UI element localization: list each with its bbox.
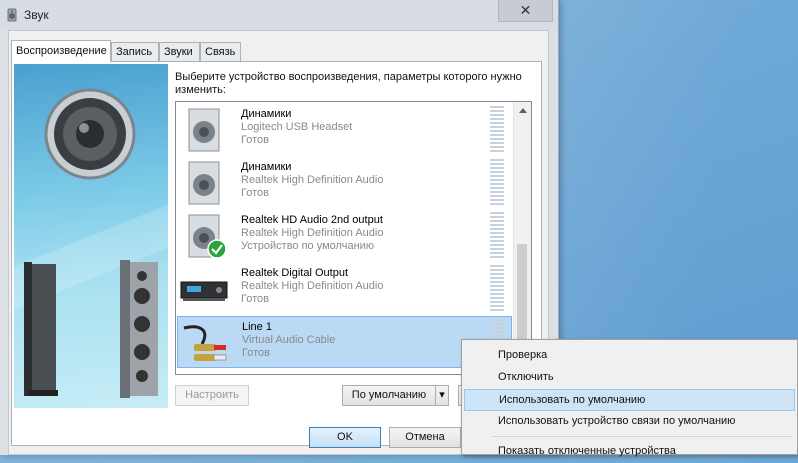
- device-row[interactable]: Динамики Realtek High Definition Audio Г…: [177, 157, 512, 209]
- device-status: Готов: [241, 187, 269, 199]
- device-name: Realtek HD Audio 2nd output: [241, 214, 383, 226]
- dropdown-arrow-icon: ▾: [439, 389, 445, 401]
- cancel-button[interactable]: Отмена: [389, 427, 461, 448]
- tab-recording[interactable]: Запись: [111, 42, 159, 61]
- speaker-icon: [188, 161, 220, 205]
- device-name: Динамики: [241, 161, 292, 173]
- device-description: Realtek High Definition Audio: [241, 174, 384, 186]
- close-button[interactable]: ✕: [498, 0, 553, 22]
- tab-communications[interactable]: Связь: [200, 42, 241, 61]
- speaker-title-icon: [7, 8, 17, 22]
- volume-meter: [490, 212, 504, 258]
- volume-meter: [490, 265, 504, 311]
- device-status: Готов: [241, 293, 269, 305]
- device-description: Logitech USB Headset: [241, 121, 353, 133]
- tab-sounds[interactable]: Звуки: [159, 42, 200, 61]
- device-list-scrollbar[interactable]: [513, 102, 531, 374]
- configure-button[interactable]: Настроить: [175, 385, 249, 406]
- device-status: Готов: [242, 347, 270, 359]
- device-name: Динамики: [241, 108, 292, 120]
- tab-playback[interactable]: Воспроизведение: [11, 40, 111, 62]
- device-row[interactable]: Realtek HD Audio 2nd output Realtek High…: [177, 210, 512, 262]
- set-default-button[interactable]: По умолчанию: [342, 385, 436, 406]
- device-row[interactable]: Динамики Logitech USB Headset Готов: [177, 104, 512, 156]
- device-description: Realtek High Definition Audio: [241, 227, 384, 239]
- speakers-illustration: [14, 64, 168, 408]
- title-bar[interactable]: Звук ✕: [0, 0, 558, 30]
- menu-item-show-disabled[interactable]: Показать отключенные устройства: [464, 441, 795, 463]
- window-title: Звук: [24, 8, 49, 22]
- rca-cable-icon: [183, 325, 227, 361]
- device-list[interactable]: Динамики Logitech USB Headset Готов Дина…: [175, 101, 532, 375]
- menu-item-test[interactable]: Проверка: [464, 345, 795, 367]
- scroll-thumb[interactable]: [517, 244, 527, 344]
- menu-item-set-default-comm[interactable]: Использовать устройство связи по умолчан…: [464, 411, 795, 433]
- scroll-up-icon[interactable]: [519, 108, 527, 113]
- volume-meter: [490, 106, 504, 152]
- speaker-icon: [188, 108, 220, 152]
- device-status: Готов: [241, 134, 269, 146]
- speaker-default-icon: [188, 214, 227, 259]
- context-menu: Проверка Отключить Использовать по умолч…: [461, 339, 798, 457]
- device-row[interactable]: Realtek Digital Output Realtek High Defi…: [177, 263, 512, 315]
- menu-item-disable[interactable]: Отключить: [464, 367, 795, 389]
- volume-meter: [490, 159, 504, 205]
- instruction-text: Выберите устройство воспроизведения, пар…: [175, 71, 522, 96]
- ok-button[interactable]: OK: [309, 427, 381, 448]
- close-icon: ✕: [519, 2, 532, 18]
- menu-separator: [492, 436, 792, 437]
- device-description: Realtek High Definition Audio: [241, 280, 384, 292]
- device-name: Line 1: [242, 321, 272, 333]
- digital-output-icon: [180, 281, 228, 301]
- device-description: Virtual Audio Cable: [242, 334, 336, 346]
- device-name: Realtek Digital Output: [241, 267, 348, 279]
- set-default-dropdown[interactable]: ▾: [435, 385, 449, 406]
- device-status: Устройство по умолчанию: [241, 240, 375, 252]
- speaker-art-icon: [24, 88, 158, 398]
- menu-item-set-default[interactable]: Использовать по умолчанию: [464, 389, 795, 411]
